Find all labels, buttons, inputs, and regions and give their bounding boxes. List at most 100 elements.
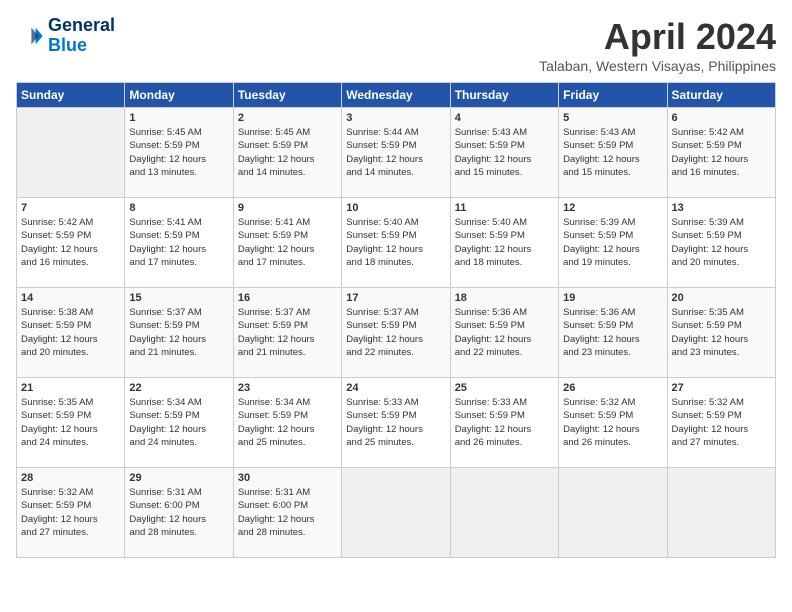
day-info: Sunrise: 5:45 AMSunset: 5:59 PMDaylight:… bbox=[129, 126, 228, 179]
day-info: Sunrise: 5:34 AMSunset: 5:59 PMDaylight:… bbox=[129, 396, 228, 449]
calendar-cell: 13 Sunrise: 5:39 AMSunset: 5:59 PMDayligh… bbox=[667, 198, 775, 288]
calendar-cell: 25 Sunrise: 5:33 AMSunset: 5:59 PMDayligh… bbox=[450, 378, 558, 468]
day-info: Sunrise: 5:32 AMSunset: 5:59 PMDaylight:… bbox=[21, 486, 120, 539]
day-info: Sunrise: 5:31 AMSunset: 6:00 PMDaylight:… bbox=[129, 486, 228, 539]
day-number: 17 bbox=[346, 292, 445, 304]
calendar-cell: 30 Sunrise: 5:31 AMSunset: 6:00 PMDayligh… bbox=[233, 468, 341, 558]
day-info: Sunrise: 5:35 AMSunset: 5:59 PMDaylight:… bbox=[672, 306, 771, 359]
calendar-cell: 7 Sunrise: 5:42 AMSunset: 5:59 PMDaylight… bbox=[17, 198, 125, 288]
weekday-header-thursday: Thursday bbox=[450, 83, 558, 108]
calendar-week-row: 14 Sunrise: 5:38 AMSunset: 5:59 PMDayligh… bbox=[17, 288, 776, 378]
day-number: 5 bbox=[563, 112, 662, 124]
day-number: 21 bbox=[21, 382, 120, 394]
calendar-cell: 27 Sunrise: 5:32 AMSunset: 5:59 PMDayligh… bbox=[667, 378, 775, 468]
calendar-cell: 1 Sunrise: 5:45 AMSunset: 5:59 PMDaylight… bbox=[125, 108, 233, 198]
day-number: 13 bbox=[672, 202, 771, 214]
day-info: Sunrise: 5:31 AMSunset: 6:00 PMDaylight:… bbox=[238, 486, 337, 539]
calendar-cell: 23 Sunrise: 5:34 AMSunset: 5:59 PMDayligh… bbox=[233, 378, 341, 468]
title-area: April 2024 Talaban, Western Visayas, Phi… bbox=[539, 16, 776, 74]
day-info: Sunrise: 5:37 AMSunset: 5:59 PMDaylight:… bbox=[346, 306, 445, 359]
calendar-week-row: 1 Sunrise: 5:45 AMSunset: 5:59 PMDaylight… bbox=[17, 108, 776, 198]
day-info: Sunrise: 5:33 AMSunset: 5:59 PMDaylight:… bbox=[346, 396, 445, 449]
day-info: Sunrise: 5:36 AMSunset: 5:59 PMDaylight:… bbox=[563, 306, 662, 359]
day-number: 14 bbox=[21, 292, 120, 304]
logo: General Blue bbox=[16, 16, 115, 56]
day-info: Sunrise: 5:39 AMSunset: 5:59 PMDaylight:… bbox=[563, 216, 662, 269]
day-info: Sunrise: 5:44 AMSunset: 5:59 PMDaylight:… bbox=[346, 126, 445, 179]
day-info: Sunrise: 5:40 AMSunset: 5:59 PMDaylight:… bbox=[346, 216, 445, 269]
day-number: 8 bbox=[129, 202, 228, 214]
calendar-cell bbox=[342, 468, 450, 558]
day-number: 6 bbox=[672, 112, 771, 124]
day-info: Sunrise: 5:42 AMSunset: 5:59 PMDaylight:… bbox=[672, 126, 771, 179]
page-header: General Blue April 2024 Talaban, Western… bbox=[16, 16, 776, 74]
day-number: 20 bbox=[672, 292, 771, 304]
day-number: 7 bbox=[21, 202, 120, 214]
day-number: 18 bbox=[455, 292, 554, 304]
day-number: 3 bbox=[346, 112, 445, 124]
day-number: 15 bbox=[129, 292, 228, 304]
day-info: Sunrise: 5:40 AMSunset: 5:59 PMDaylight:… bbox=[455, 216, 554, 269]
calendar-cell: 15 Sunrise: 5:37 AMSunset: 5:59 PMDayligh… bbox=[125, 288, 233, 378]
day-number: 26 bbox=[563, 382, 662, 394]
calendar-cell: 9 Sunrise: 5:41 AMSunset: 5:59 PMDaylight… bbox=[233, 198, 341, 288]
weekday-header-sunday: Sunday bbox=[17, 83, 125, 108]
day-number: 23 bbox=[238, 382, 337, 394]
calendar-cell: 28 Sunrise: 5:32 AMSunset: 5:59 PMDayligh… bbox=[17, 468, 125, 558]
day-number: 4 bbox=[455, 112, 554, 124]
calendar-cell bbox=[17, 108, 125, 198]
day-info: Sunrise: 5:39 AMSunset: 5:59 PMDaylight:… bbox=[672, 216, 771, 269]
day-info: Sunrise: 5:34 AMSunset: 5:59 PMDaylight:… bbox=[238, 396, 337, 449]
day-info: Sunrise: 5:38 AMSunset: 5:59 PMDaylight:… bbox=[21, 306, 120, 359]
calendar-cell bbox=[667, 468, 775, 558]
day-info: Sunrise: 5:35 AMSunset: 5:59 PMDaylight:… bbox=[21, 396, 120, 449]
calendar-cell: 8Sunrise: 5:41 AMSunset: 5:59 PMDaylight… bbox=[125, 198, 233, 288]
calendar-cell: 12 Sunrise: 5:39 AMSunset: 5:59 PMDayligh… bbox=[559, 198, 667, 288]
day-info: Sunrise: 5:33 AMSunset: 5:59 PMDaylight:… bbox=[455, 396, 554, 449]
calendar-week-row: 21 Sunrise: 5:35 AMSunset: 5:59 PMDayligh… bbox=[17, 378, 776, 468]
day-number: 12 bbox=[563, 202, 662, 214]
calendar-cell: 10Sunrise: 5:40 AMSunset: 5:59 PMDayligh… bbox=[342, 198, 450, 288]
weekday-header-friday: Friday bbox=[559, 83, 667, 108]
calendar-cell: 24 Sunrise: 5:33 AMSunset: 5:59 PMDayligh… bbox=[342, 378, 450, 468]
day-number: 25 bbox=[455, 382, 554, 394]
day-info: Sunrise: 5:41 AMSunset: 5:59 PMDaylight:… bbox=[238, 216, 337, 269]
weekday-header-row: SundayMondayTuesdayWednesdayThursdayFrid… bbox=[17, 83, 776, 108]
day-number: 29 bbox=[129, 472, 228, 484]
day-number: 9 bbox=[238, 202, 337, 214]
day-number: 16 bbox=[238, 292, 337, 304]
calendar-cell: 18 Sunrise: 5:36 AMSunset: 5:59 PMDayligh… bbox=[450, 288, 558, 378]
day-info: Sunrise: 5:45 AMSunset: 5:59 PMDaylight:… bbox=[238, 126, 337, 179]
calendar-cell: 20 Sunrise: 5:35 AMSunset: 5:59 PMDayligh… bbox=[667, 288, 775, 378]
day-number: 28 bbox=[21, 472, 120, 484]
day-number: 1 bbox=[129, 112, 228, 124]
calendar-cell: 26Sunrise: 5:32 AMSunset: 5:59 PMDayligh… bbox=[559, 378, 667, 468]
calendar-cell: 4 Sunrise: 5:43 AMSunset: 5:59 PMDaylight… bbox=[450, 108, 558, 198]
day-info: Sunrise: 5:42 AMSunset: 5:59 PMDaylight:… bbox=[21, 216, 120, 269]
calendar-cell: 11 Sunrise: 5:40 AMSunset: 5:59 PMDayligh… bbox=[450, 198, 558, 288]
calendar-table: SundayMondayTuesdayWednesdayThursdayFrid… bbox=[16, 82, 776, 558]
day-number: 19 bbox=[563, 292, 662, 304]
location-title: Talaban, Western Visayas, Philippines bbox=[539, 58, 776, 74]
calendar-cell bbox=[559, 468, 667, 558]
day-number: 27 bbox=[672, 382, 771, 394]
month-title: April 2024 bbox=[539, 16, 776, 58]
calendar-cell: 19 Sunrise: 5:36 AMSunset: 5:59 PMDayligh… bbox=[559, 288, 667, 378]
calendar-cell: 21 Sunrise: 5:35 AMSunset: 5:59 PMDayligh… bbox=[17, 378, 125, 468]
day-info: Sunrise: 5:43 AMSunset: 5:59 PMDaylight:… bbox=[563, 126, 662, 179]
day-number: 11 bbox=[455, 202, 554, 214]
weekday-header-wednesday: Wednesday bbox=[342, 83, 450, 108]
day-number: 2 bbox=[238, 112, 337, 124]
calendar-cell: 16Sunrise: 5:37 AMSunset: 5:59 PMDayligh… bbox=[233, 288, 341, 378]
calendar-week-row: 28 Sunrise: 5:32 AMSunset: 5:59 PMDayligh… bbox=[17, 468, 776, 558]
calendar-cell: 14 Sunrise: 5:38 AMSunset: 5:59 PMDayligh… bbox=[17, 288, 125, 378]
day-info: Sunrise: 5:37 AMSunset: 5:59 PMDaylight:… bbox=[129, 306, 228, 359]
day-info: Sunrise: 5:32 AMSunset: 5:59 PMDaylight:… bbox=[672, 396, 771, 449]
day-info: Sunrise: 5:43 AMSunset: 5:59 PMDaylight:… bbox=[455, 126, 554, 179]
day-number: 24 bbox=[346, 382, 445, 394]
day-number: 30 bbox=[238, 472, 337, 484]
calendar-cell: 3 Sunrise: 5:44 AMSunset: 5:59 PMDaylight… bbox=[342, 108, 450, 198]
calendar-cell: 22Sunrise: 5:34 AMSunset: 5:59 PMDayligh… bbox=[125, 378, 233, 468]
weekday-header-tuesday: Tuesday bbox=[233, 83, 341, 108]
day-info: Sunrise: 5:36 AMSunset: 5:59 PMDaylight:… bbox=[455, 306, 554, 359]
